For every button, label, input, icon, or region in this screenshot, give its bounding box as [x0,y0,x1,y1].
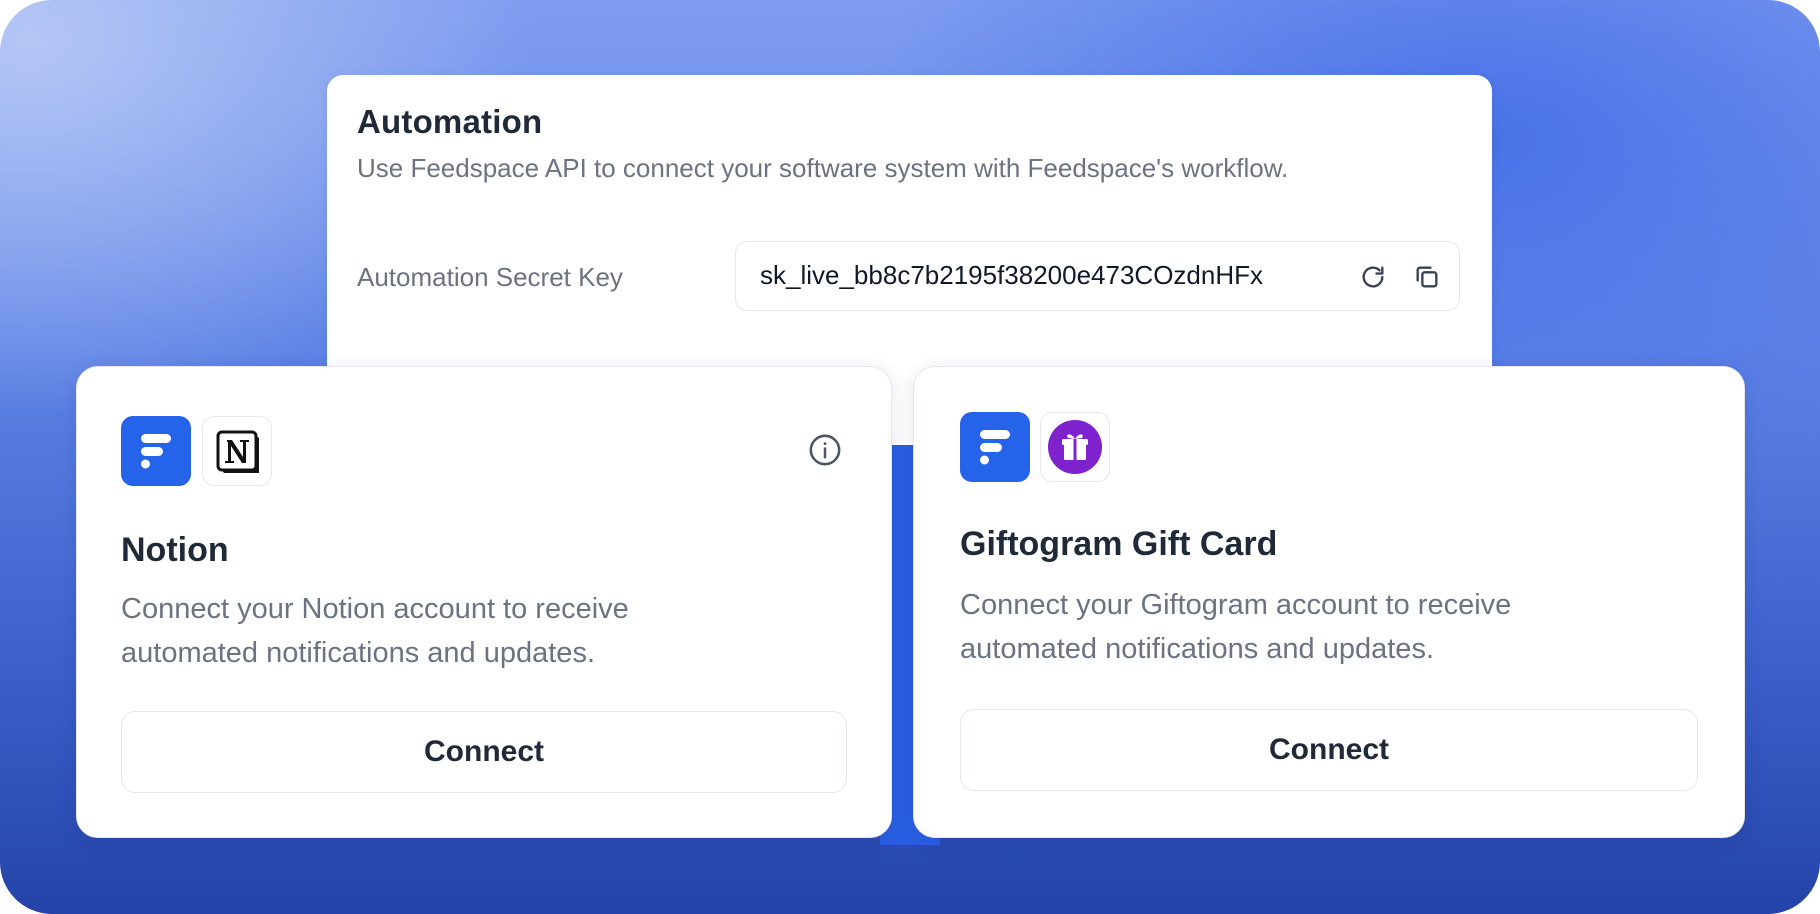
secret-key-label: Automation Secret Key [357,262,623,292]
copy-icon[interactable] [1410,260,1444,294]
connect-button[interactable]: Connect [121,711,847,793]
automation-description: Use Feedspace API to connect your softwa… [357,153,1289,183]
secret-key-value[interactable]: sk_live_bb8c7b2195f38200e473COzdnHFx [760,260,1310,291]
notion-logo [202,416,272,486]
gradient-background: Automation Use Feedspace API to connect … [0,0,1820,914]
giftogram-logo [1040,412,1110,482]
notion-integration-card: Notion Connect your Notion account to re… [76,366,892,838]
integration-description-line-2: automated notifications and updates. [121,637,595,669]
automation-title: Automation [357,103,543,140]
integration-description-line-1: Connect your Notion account to receive [121,593,629,625]
integration-description-line-1: Connect your Giftogram account to receiv… [960,589,1512,621]
refresh-icon[interactable] [1356,260,1390,294]
connect-button[interactable]: Connect [960,709,1698,791]
giftogram-integration-card: Giftogram Gift Card Connect your Giftogr… [913,366,1745,838]
feedspace-logo [121,416,191,486]
secret-key-field[interactable]: sk_live_bb8c7b2195f38200e473COzdnHFx [735,241,1460,311]
feedspace-logo [960,412,1030,482]
integration-name: Notion [121,531,229,569]
integration-name: Giftogram Gift Card [960,525,1278,563]
integration-description-line-2: automated notifications and updates. [960,633,1434,665]
info-icon[interactable] [807,432,843,468]
